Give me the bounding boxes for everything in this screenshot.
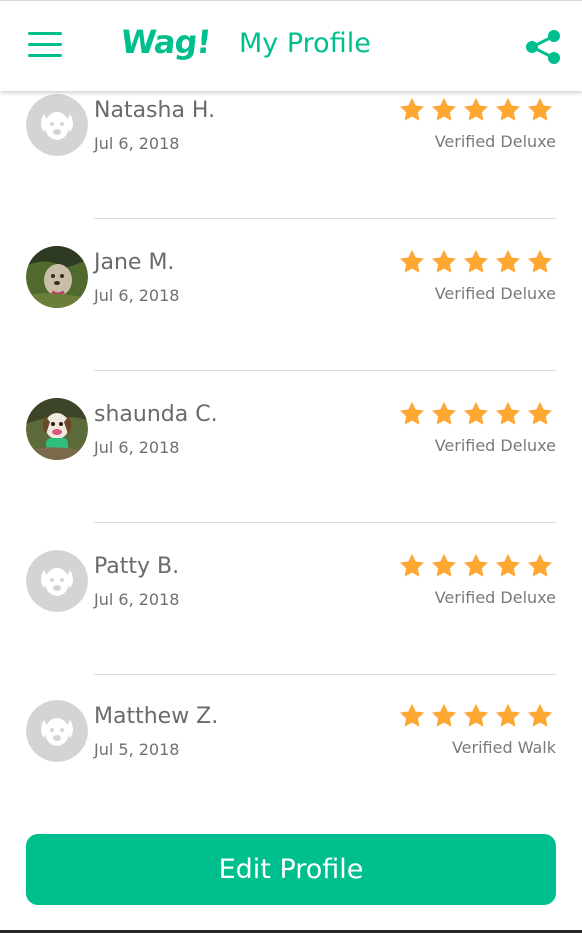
- review-date: Jul 6, 2018: [94, 438, 180, 457]
- star-icon: [463, 249, 489, 273]
- dog-photo-avatar: [26, 246, 88, 308]
- star-icon: [495, 249, 521, 273]
- reviewer-name: Matthew Z.: [94, 704, 219, 729]
- review-item: shaunda C. Jul 6, 2018 Verified Deluxe: [0, 366, 582, 523]
- star-rating: [398, 96, 554, 124]
- reviewer-name: Patty B.: [94, 554, 180, 579]
- verified-badge: Verified Deluxe: [434, 588, 556, 607]
- star-icon: [463, 97, 489, 121]
- verified-badge: Verified Deluxe: [434, 284, 556, 303]
- wag-logo[interactable]: Wag!: [119, 23, 212, 61]
- star-icon: [399, 249, 425, 273]
- star-icon: [527, 553, 553, 577]
- star-rating: [398, 400, 554, 428]
- star-icon: [527, 97, 553, 121]
- star-icon: [399, 97, 425, 121]
- star-icon: [431, 97, 457, 121]
- verified-badge: Verified Deluxe: [434, 436, 556, 455]
- hamburger-menu-icon[interactable]: [28, 32, 62, 60]
- reviewer-name: shaunda C.: [94, 402, 218, 427]
- star-icon: [527, 703, 553, 727]
- placeholder-dog-avatar: [26, 94, 88, 156]
- reviewer-name: Jane M.: [94, 250, 175, 275]
- edit-profile-button[interactable]: Edit Profile: [26, 834, 556, 905]
- star-icon: [399, 703, 425, 727]
- star-rating: [398, 702, 554, 730]
- star-rating: [398, 552, 554, 580]
- review-date: Jul 6, 2018: [94, 590, 180, 609]
- reviewer-name: Natasha H.: [94, 98, 216, 123]
- review-item: Natasha H. Jul 6, 2018 Verified Deluxe: [0, 90, 582, 219]
- placeholder-dog-avatar: [26, 550, 88, 612]
- star-icon: [495, 97, 521, 121]
- star-icon: [495, 703, 521, 727]
- star-icon: [495, 401, 521, 425]
- verified-badge: Verified Deluxe: [434, 132, 556, 151]
- star-icon: [527, 401, 553, 425]
- star-icon: [399, 401, 425, 425]
- verified-badge: Verified Walk: [451, 738, 556, 757]
- review-date: Jul 6, 2018: [94, 134, 180, 153]
- review-item: Matthew Z. Jul 5, 2018 Verified Walk: [0, 670, 582, 820]
- star-icon: [431, 249, 457, 273]
- star-icon: [431, 703, 457, 727]
- star-icon: [463, 703, 489, 727]
- share-icon[interactable]: [524, 29, 562, 65]
- review-date: Jul 5, 2018: [94, 740, 180, 759]
- star-icon: [431, 401, 457, 425]
- top-app-bar: Wag! My Profile: [0, 0, 582, 91]
- star-icon: [527, 249, 553, 273]
- review-date: Jul 6, 2018: [94, 286, 180, 305]
- star-rating: [398, 248, 554, 276]
- star-icon: [463, 401, 489, 425]
- star-icon: [431, 553, 457, 577]
- page-title: My Profile: [239, 28, 371, 59]
- dog-photo-avatar: [26, 398, 88, 460]
- placeholder-dog-avatar: [26, 700, 88, 762]
- star-icon: [463, 553, 489, 577]
- review-item: Jane M. Jul 6, 2018 Verified Deluxe: [0, 214, 582, 371]
- star-icon: [399, 553, 425, 577]
- reviews-list[interactable]: Natasha H. Jul 6, 2018 Verified Deluxe J…: [0, 90, 582, 820]
- star-icon: [495, 553, 521, 577]
- review-item: Patty B. Jul 6, 2018 Verified Deluxe: [0, 518, 582, 675]
